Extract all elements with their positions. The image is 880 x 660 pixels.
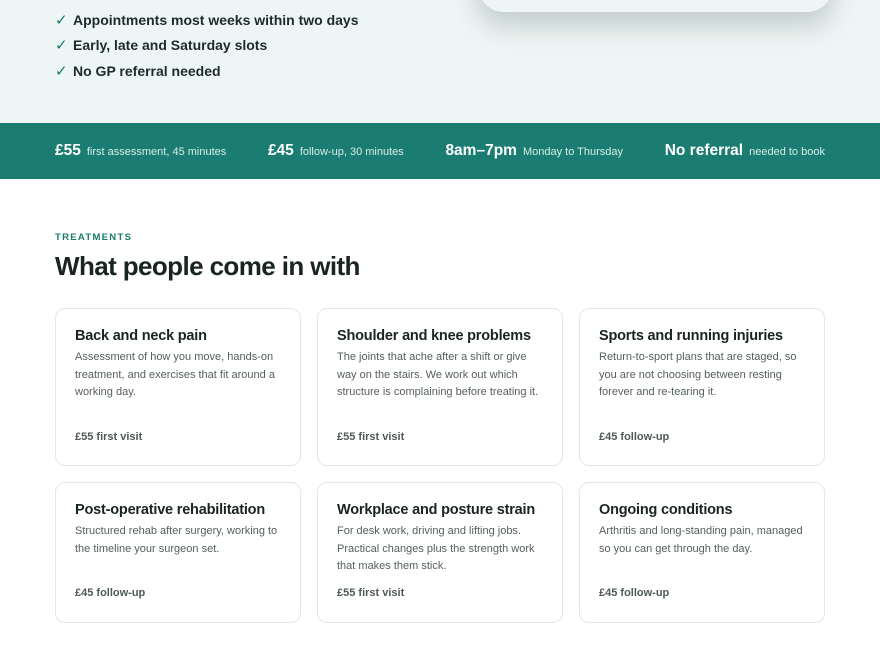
stat-label: needed to book	[749, 146, 825, 158]
hero-section: ✓ Appointments most weeks within two day…	[0, 0, 880, 123]
stat-value: £55	[55, 142, 81, 159]
stat-value: £45	[267, 142, 294, 159]
card-title: Workplace and posture strain	[337, 502, 535, 518]
card-price: £45 follow-up	[75, 587, 146, 599]
benefit-text: No GP referral needed	[73, 62, 221, 79]
card-description: Return-to-sport plans that are staged, s…	[599, 351, 797, 398]
treatment-card-sports[interactable]: Sports and running injuries Return-to-sp…	[579, 308, 825, 466]
stat-value: No referral	[664, 142, 744, 159]
stat-no-referral: No referral needed to book	[665, 142, 825, 160]
card-price: £45 follow-up	[599, 587, 670, 599]
treatment-card-ongoing[interactable]: Ongoing conditions Arthritis and long-st…	[579, 482, 825, 623]
treatment-card-shoulder-knee[interactable]: Shoulder and knee problems The joints th…	[317, 308, 563, 466]
card-title: Sports and running injuries	[599, 328, 783, 344]
stat-label: Monday to Thursday	[522, 146, 624, 158]
hero-image-card	[478, 0, 833, 12]
treatment-card-back-neck[interactable]: Back and neck pain Assessment of how you…	[55, 308, 301, 466]
treatment-card-workplace[interactable]: Workplace and posture strain For desk wo…	[317, 482, 563, 623]
card-price: £45 follow-up	[599, 431, 670, 443]
treatment-card-post-operative[interactable]: Post-operative rehabilitation Structured…	[55, 482, 301, 623]
card-description: For desk work, driving and lifting jobs.…	[337, 525, 535, 572]
card-description: Structured rehab after surgery, working …	[75, 525, 278, 555]
card-price: £55 first visit	[75, 431, 143, 443]
stat-first-assessment: £55 first assessment, 45 minutes	[55, 142, 226, 160]
benefit-text: Appointments most weeks within two days	[73, 11, 359, 28]
card-title: Ongoing conditions	[599, 502, 733, 518]
card-title: Back and neck pain	[75, 328, 207, 344]
stat-value: 8am–7pm	[445, 142, 517, 159]
card-description: The joints that ache after a shift or gi…	[337, 351, 539, 398]
benefit-item: ✓ Appointments most weeks within two day…	[55, 7, 358, 33]
check-icon: ✓	[55, 62, 68, 80]
check-icon: ✓	[55, 11, 68, 29]
card-price: £55 first visit	[337, 587, 405, 599]
benefit-item: ✓ No GP referral needed	[55, 58, 358, 84]
benefit-text: Early, late and Saturday slots	[73, 37, 268, 54]
check-icon: ✓	[55, 37, 68, 55]
card-description: Arthritis and long-standing pain, manage…	[599, 525, 803, 555]
treatment-cards: Back and neck pain Assessment of how you…	[55, 308, 825, 623]
benefits-list: ✓ Appointments most weeks within two day…	[55, 7, 358, 84]
section-eyebrow: TREATMENTS	[55, 232, 133, 243]
card-price: £55 first visit	[337, 431, 405, 443]
card-title: Post-operative rehabilitation	[75, 502, 265, 518]
section-title: What people come in with	[55, 251, 360, 281]
treatments-section: TREATMENTS What people come in with Back…	[0, 232, 880, 623]
card-description: Assessment of how you move, hands-on tre…	[75, 351, 275, 398]
stat-follow-up: £45 follow-up, 30 minutes	[268, 142, 404, 160]
card-title: Shoulder and knee problems	[337, 328, 531, 344]
stats-bar: £55 first assessment, 45 minutes £45 fol…	[0, 123, 880, 179]
stat-label: follow-up, 30 minutes	[299, 146, 404, 158]
stat-label: first assessment, 45 minutes	[86, 146, 227, 158]
benefit-item: ✓ Early, late and Saturday slots	[55, 33, 358, 59]
stat-hours: 8am–7pm Monday to Thursday	[445, 142, 623, 160]
